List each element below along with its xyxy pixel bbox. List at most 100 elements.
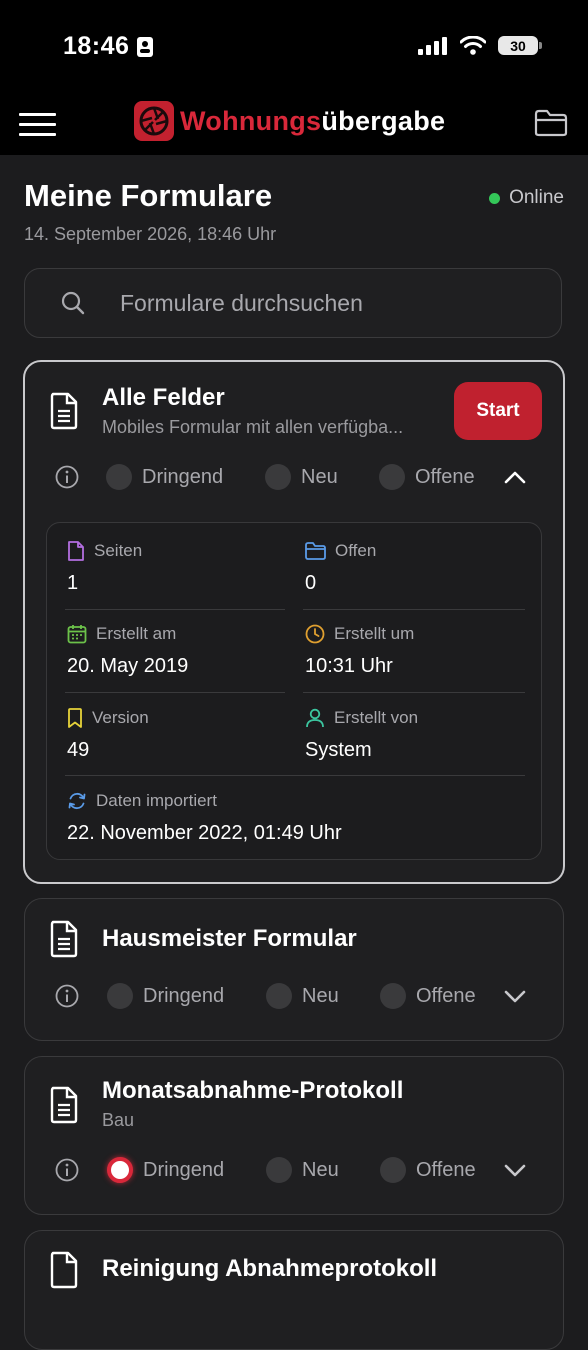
info-icon[interactable] bbox=[55, 465, 79, 489]
status-label: Online bbox=[509, 187, 564, 208]
form-flags: Dringend Neu Offene bbox=[55, 464, 535, 494]
brand-white: übergabe bbox=[321, 105, 446, 136]
search-input[interactable] bbox=[118, 288, 522, 318]
info-icon[interactable] bbox=[55, 984, 79, 1008]
flag-open[interactable]: Offene bbox=[380, 1157, 476, 1183]
brand-red: Wohnungs bbox=[180, 105, 322, 136]
flag-label: Neu bbox=[302, 984, 339, 1007]
detail-label: Erstellt von bbox=[334, 708, 419, 727]
form-card-alle-felder[interactable]: Alle Felder Mobiles Formular mit allen v… bbox=[23, 360, 565, 884]
toggle-circle-icon[interactable] bbox=[107, 1157, 133, 1183]
toggle-circle-icon[interactable] bbox=[265, 464, 291, 490]
form-subtitle: Bau bbox=[102, 1110, 135, 1130]
flag-label: Offene bbox=[416, 984, 476, 1007]
toggle-circle-icon[interactable] bbox=[380, 1157, 406, 1183]
flag-label: Offene bbox=[416, 1158, 476, 1181]
toggle-circle-icon[interactable] bbox=[107, 983, 133, 1009]
flag-urgent[interactable]: Dringend bbox=[107, 983, 224, 1009]
document-icon bbox=[50, 1086, 78, 1124]
id-card-icon bbox=[137, 36, 154, 57]
detail-label: Version bbox=[92, 708, 149, 727]
chevron-down-icon[interactable] bbox=[503, 986, 527, 1006]
flag-label: Offene bbox=[415, 465, 475, 488]
flag-open[interactable]: Offene bbox=[380, 983, 476, 1009]
detail-value: 22. November 2022, 01:49 Uhr bbox=[67, 822, 342, 844]
detail-value: 1 bbox=[67, 572, 79, 594]
form-flags: Dringend Neu Offene bbox=[55, 983, 535, 1013]
document-icon bbox=[50, 920, 78, 958]
detail-imported: Daten importiert 22. November 2022, 01:4… bbox=[67, 791, 507, 845]
flag-new[interactable]: Neu bbox=[266, 1157, 339, 1183]
page-date: 14. September 2026, 18:46 Uhr bbox=[24, 224, 277, 244]
toggle-circle-icon[interactable] bbox=[380, 983, 406, 1009]
chevron-up-icon[interactable] bbox=[503, 467, 527, 487]
calendar-icon bbox=[67, 625, 87, 644]
form-card-hausmeister[interactable]: Hausmeister Formular Dringend Neu Offene bbox=[24, 898, 564, 1041]
folder-icon[interactable] bbox=[534, 109, 568, 142]
form-card-monatsabnahme[interactable]: Monatsabnahme-Protokoll Bau Dringend Neu… bbox=[24, 1056, 564, 1215]
refresh-icon bbox=[68, 792, 86, 810]
detail-label: Offen bbox=[335, 541, 377, 560]
divider bbox=[65, 609, 285, 610]
detail-created-by: Erstellt von System bbox=[305, 708, 525, 762]
detail-value: System bbox=[305, 739, 372, 761]
form-title: Monatsabnahme-Protokoll bbox=[102, 1077, 404, 1104]
status-bar: 18:46 30 bbox=[0, 0, 588, 95]
flag-label: Dringend bbox=[142, 465, 224, 488]
toggle-circle-icon[interactable] bbox=[379, 464, 405, 490]
detail-label: Daten importiert bbox=[96, 791, 217, 810]
divider bbox=[303, 609, 525, 610]
start-button[interactable]: Start bbox=[454, 382, 542, 440]
toggle-circle-icon[interactable] bbox=[106, 464, 132, 490]
folder-icon bbox=[305, 542, 326, 560]
form-flags: Dringend Neu Offene bbox=[55, 1157, 535, 1187]
detail-pages: Seiten 1 bbox=[67, 541, 287, 595]
detail-label: Erstellt um bbox=[334, 624, 415, 643]
flag-label: Neu bbox=[301, 465, 338, 488]
flag-new[interactable]: Neu bbox=[265, 464, 338, 490]
divider bbox=[303, 692, 525, 693]
divider bbox=[65, 775, 525, 776]
form-title: Hausmeister Formular bbox=[102, 925, 357, 952]
hamburger-icon[interactable] bbox=[19, 113, 56, 137]
wifi-icon bbox=[460, 36, 486, 55]
flag-new[interactable]: Neu bbox=[266, 983, 339, 1009]
clock-icon bbox=[305, 624, 325, 644]
form-details: Seiten 1 Offen 0 Erstellt am 20. May 201… bbox=[46, 522, 542, 860]
page-title: Meine Formulare bbox=[24, 178, 273, 213]
detail-version: Version 49 bbox=[67, 708, 287, 762]
battery-indicator: 30 bbox=[498, 36, 542, 55]
flag-open[interactable]: Offene bbox=[379, 464, 475, 490]
bookmark-icon bbox=[68, 708, 82, 728]
detail-open: Offen 0 bbox=[305, 541, 525, 595]
document-icon bbox=[50, 1251, 78, 1289]
search-icon bbox=[61, 291, 85, 315]
flag-label: Neu bbox=[302, 1158, 339, 1181]
detail-label: Erstellt am bbox=[96, 624, 177, 643]
form-card-reinigung[interactable]: Reinigung Abnahmeprotokoll bbox=[24, 1230, 564, 1350]
user-icon bbox=[306, 708, 324, 728]
chevron-down-icon[interactable] bbox=[503, 1160, 527, 1180]
detail-created-at: Erstellt um 10:31 Uhr bbox=[305, 624, 525, 678]
form-subtitle: Mobiles Formular mit allen verfügba... bbox=[102, 417, 404, 437]
flag-urgent[interactable]: Dringend bbox=[106, 464, 223, 490]
clock-text: 18:46 bbox=[63, 32, 130, 60]
document-icon bbox=[50, 392, 78, 430]
app-logo: Wohnungsübergabe bbox=[134, 101, 445, 141]
info-icon[interactable] bbox=[55, 1158, 79, 1182]
signal-icon bbox=[418, 36, 447, 55]
detail-value: 0 bbox=[305, 572, 317, 594]
toggle-circle-icon[interactable] bbox=[266, 1157, 292, 1183]
form-title: Alle Felder bbox=[102, 384, 225, 411]
detail-value: 10:31 Uhr bbox=[305, 655, 393, 677]
app-bar: Wohnungsübergabe bbox=[0, 95, 588, 155]
toggle-circle-icon[interactable] bbox=[266, 983, 292, 1009]
status-time: 18:46 bbox=[63, 32, 154, 61]
flag-label: Dringend bbox=[143, 984, 225, 1007]
online-dot-icon bbox=[489, 192, 501, 204]
brand-name: Wohnungsübergabe bbox=[180, 106, 445, 137]
search-bar[interactable] bbox=[24, 268, 562, 338]
detail-value: 20. May 2019 bbox=[67, 655, 189, 677]
flag-urgent[interactable]: Dringend bbox=[107, 1157, 224, 1183]
form-title: Reinigung Abnahmeprotokoll bbox=[102, 1255, 438, 1282]
